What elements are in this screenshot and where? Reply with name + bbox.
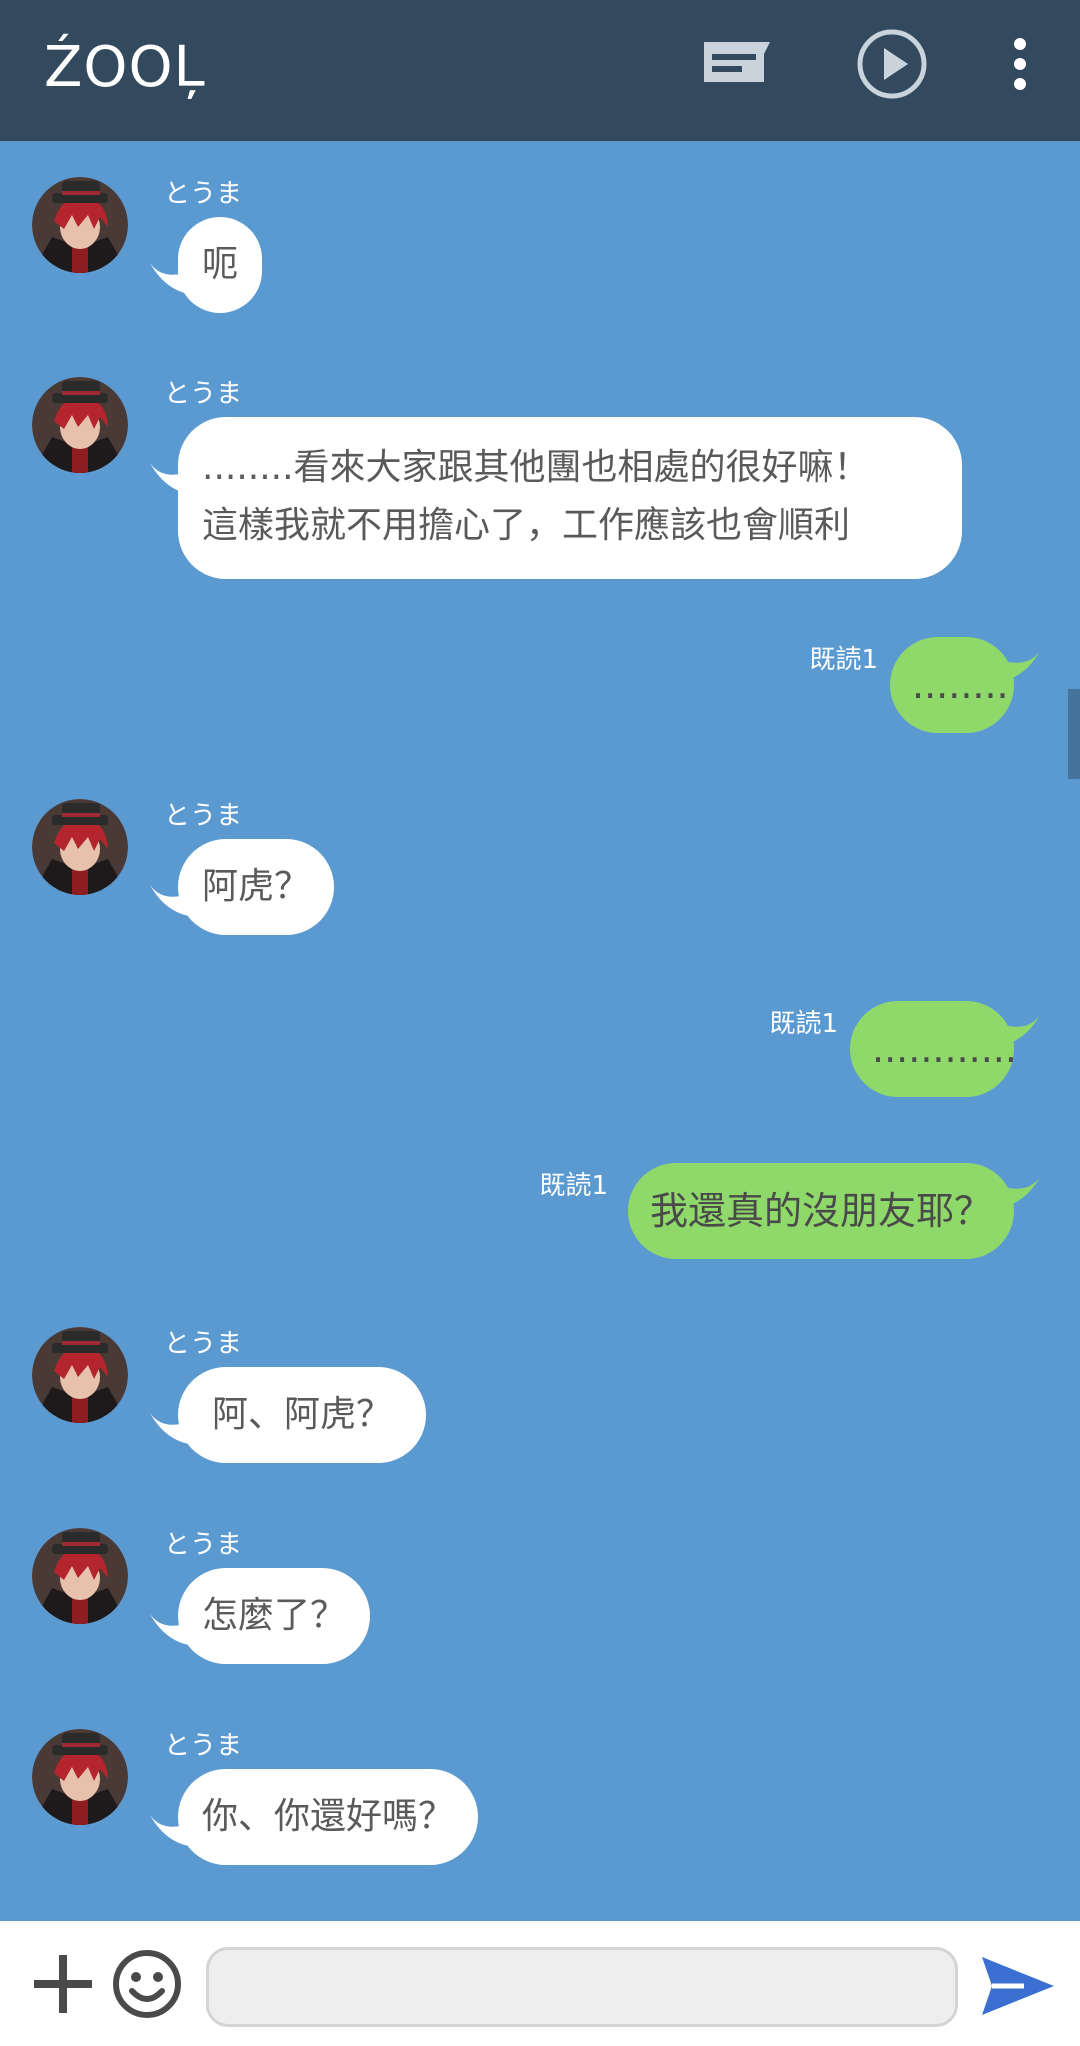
avatar[interactable] xyxy=(32,1327,128,1423)
sender-name: とうま xyxy=(164,1329,243,1359)
message-bubble[interactable]: 阿、阿虎？ xyxy=(178,1367,427,1463)
sender-name: とうま xyxy=(164,379,243,409)
message-text: 阿虎？ xyxy=(202,866,311,907)
avatar[interactable] xyxy=(32,1729,128,1825)
play-icon[interactable] xyxy=(856,28,928,100)
sender-name: とうま xyxy=(164,801,243,831)
avatar[interactable] xyxy=(32,1528,128,1624)
input-bar xyxy=(0,1921,1080,2046)
more-icon[interactable] xyxy=(1000,36,1040,92)
read-receipt: 既読1 xyxy=(539,1171,608,1201)
message-text: 呃 xyxy=(202,244,239,285)
avatar[interactable] xyxy=(32,799,128,895)
message-bubble[interactable]: 你、你還好嗎？ xyxy=(178,1769,479,1865)
message-bubble[interactable]: 我還真的沒朋友耶？ xyxy=(627,1163,1014,1259)
message-input[interactable] xyxy=(206,1947,958,2027)
message-bubble[interactable]: ............ xyxy=(850,1001,1017,1097)
chat-title: ŹOOĻ xyxy=(44,35,206,100)
message-text: 你、你還好嗎？ xyxy=(202,1796,455,1837)
message-bubble[interactable]: ........ xyxy=(890,637,1014,733)
notes-icon[interactable] xyxy=(700,38,774,86)
message-text: 阿、阿虎？ xyxy=(212,1394,393,1435)
chat-area[interactable]: とうま 呃 とうま ........看來大家跟其他團也相處的很好嘛！ 這樣我就不… xyxy=(0,141,1080,1921)
avatar[interactable] xyxy=(32,177,128,273)
read-receipt: 既読1 xyxy=(769,1009,838,1039)
message-text: 這樣我就不用擔心了，工作應該也會順利 xyxy=(202,505,851,546)
plus-icon[interactable] xyxy=(30,1951,96,2017)
message-text: ........看來大家跟其他團也相處的很好嘛！ xyxy=(202,447,870,488)
message-text: 我還真的沒朋友耶？ xyxy=(649,1189,992,1233)
read-receipt: 既読1 xyxy=(809,645,878,675)
avatar[interactable] xyxy=(32,377,128,473)
sender-name: とうま xyxy=(164,179,243,209)
message-bubble[interactable]: 怎麼了？ xyxy=(178,1568,371,1664)
scrollbar[interactable] xyxy=(1068,689,1080,779)
message-bubble[interactable]: 呃 xyxy=(178,217,263,313)
message-bubble[interactable]: 阿虎？ xyxy=(178,839,335,935)
emoji-icon[interactable] xyxy=(112,1949,182,2019)
send-icon[interactable] xyxy=(980,1955,1056,2017)
sender-name: とうま xyxy=(164,1530,243,1560)
message-bubble[interactable]: ........看來大家跟其他團也相處的很好嘛！ 這樣我就不用擔心了，工作應該也… xyxy=(178,417,962,579)
message-text: ........ xyxy=(912,663,1009,707)
sender-name: とうま xyxy=(164,1731,243,1761)
chat-header: ŹOOĻ xyxy=(0,0,1080,141)
message-text: 怎麼了？ xyxy=(202,1595,347,1636)
message-text: ............ xyxy=(872,1027,1017,1071)
